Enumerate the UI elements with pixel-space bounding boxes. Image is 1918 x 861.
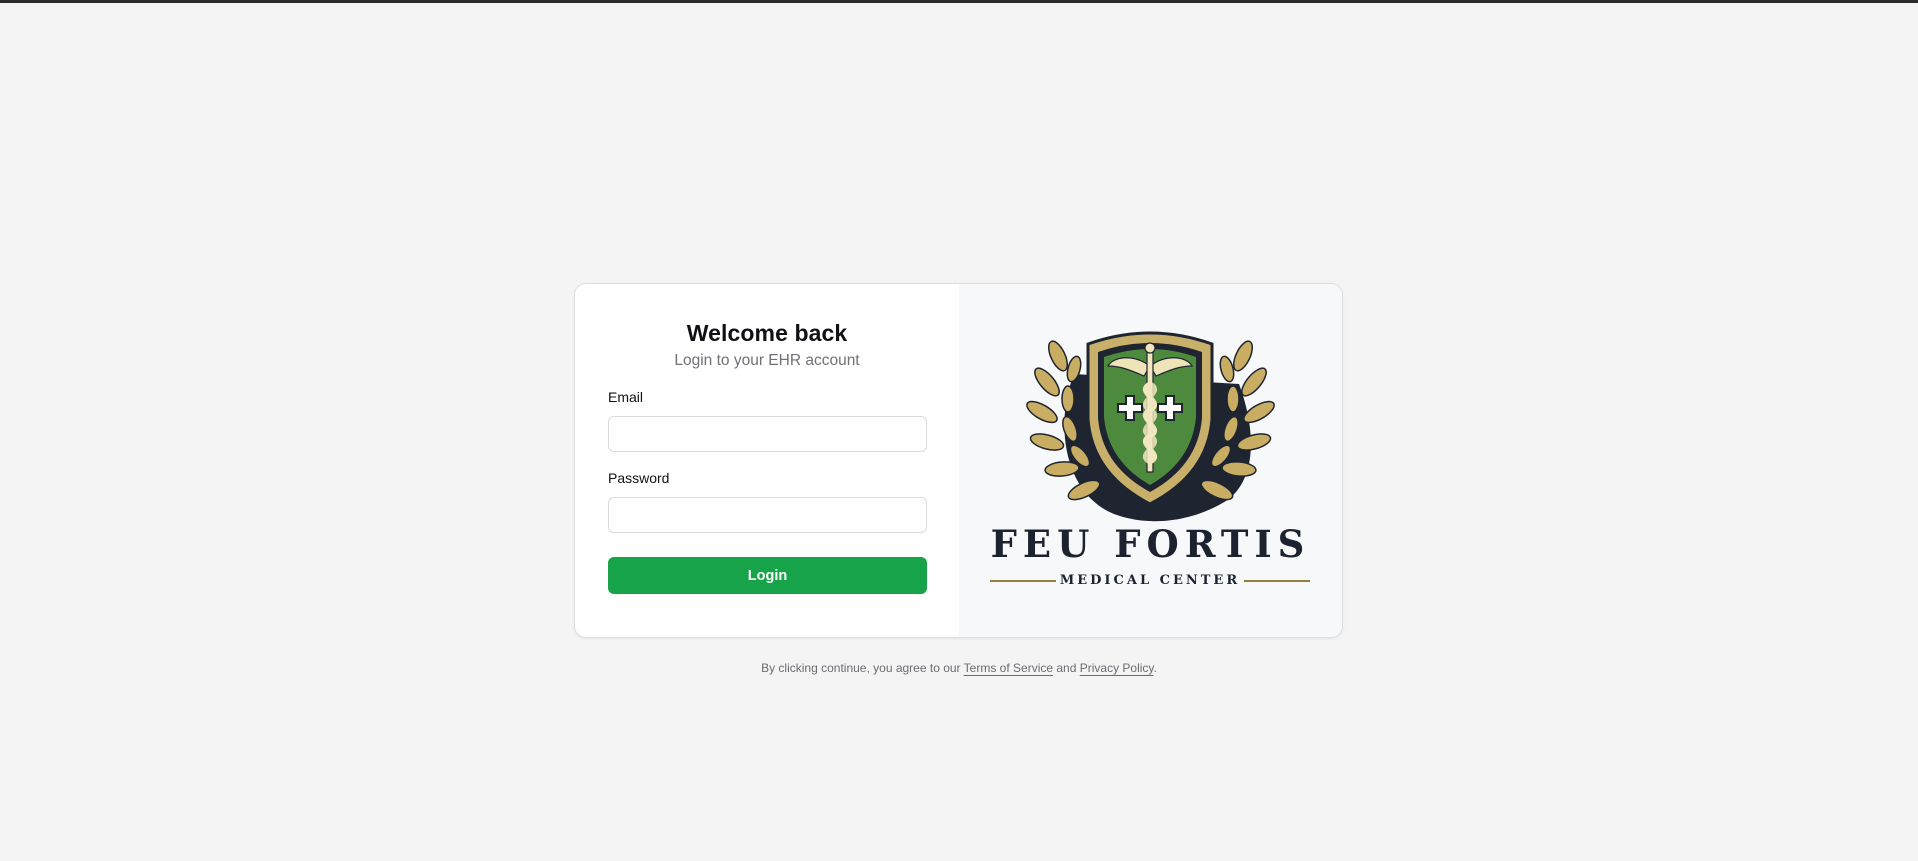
terms-of-service-link[interactable]: Terms of Service — [964, 661, 1053, 675]
brand-tagline: MEDICAL CENTER — [1059, 573, 1241, 588]
email-field[interactable] — [608, 416, 927, 452]
email-label: Email — [608, 389, 644, 405]
brand-tagline-row: MEDICAL CENTER — [990, 573, 1310, 588]
window-top-border — [0, 0, 1918, 3]
tagline-rule-left — [990, 579, 1056, 582]
login-button[interactable]: Login — [608, 557, 927, 594]
password-field[interactable] — [608, 497, 927, 533]
brand-name: FEU FORTIS — [990, 522, 1311, 566]
caduceus-shield-laurel-icon — [1026, 331, 1275, 522]
page-title: Welcome back — [686, 320, 848, 346]
page-subtitle: Login to your EHR account — [674, 352, 860, 369]
terms-suffix: . — [1153, 661, 1157, 675]
login-card: Welcome back Login to your EHR account E… — [574, 283, 1343, 638]
terms-notice: By clicking continue, you agree to our T… — [0, 661, 1918, 675]
brand-panel: FEU FORTIS MEDICAL CENTER — [959, 284, 1342, 637]
terms-conjunction: and — [1056, 661, 1077, 675]
password-label: Password — [608, 470, 670, 486]
tagline-rule-right — [1244, 579, 1310, 582]
terms-prefix: By clicking continue, you agree to our — [761, 661, 961, 675]
login-form: Welcome back Login to your EHR account E… — [575, 284, 959, 637]
privacy-policy-link[interactable]: Privacy Policy — [1080, 661, 1154, 675]
